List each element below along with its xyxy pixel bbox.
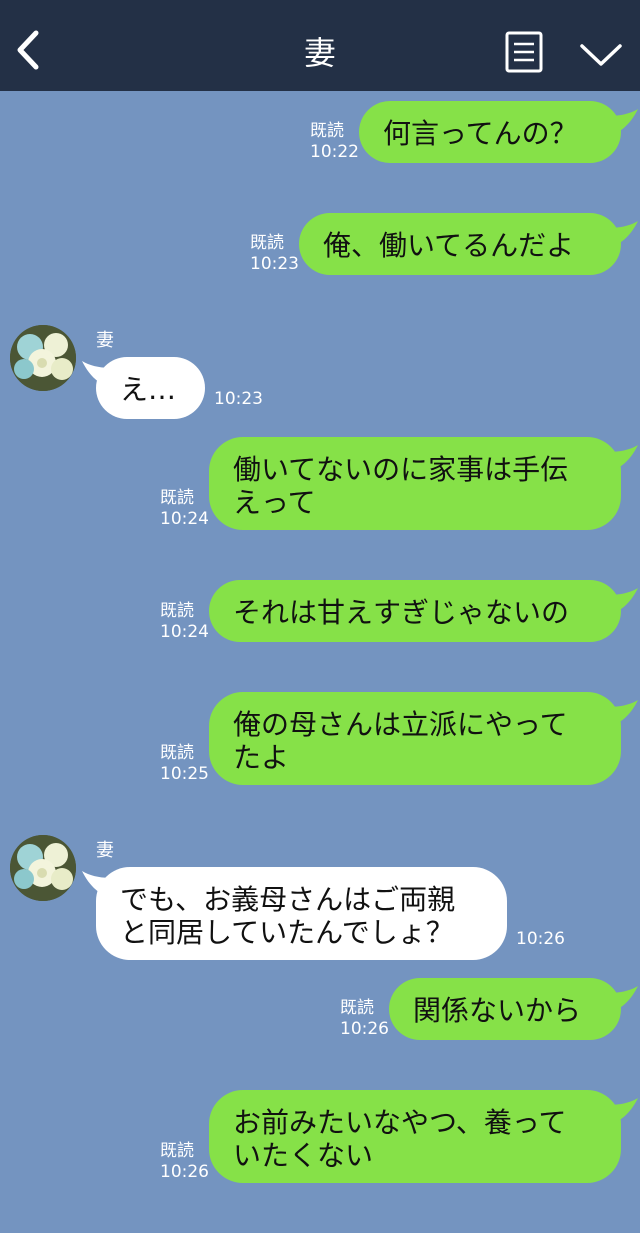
- message-text: 俺の母さんは立派にやって: [233, 708, 568, 741]
- sent-message-bubble[interactable]: 何言ってんの？: [359, 101, 621, 163]
- message-text: いたくない: [233, 1139, 374, 1172]
- message-text: たよ: [233, 741, 290, 774]
- received-message-bubble[interactable]: でも、お義母さんはご両親 と同居していたんでしょ？: [96, 867, 507, 960]
- menu-button[interactable]: [505, 31, 543, 73]
- flower-avatar-icon: [10, 325, 76, 391]
- chat-title: 妻: [303, 34, 336, 72]
- sent-message-bubble[interactable]: 働いてないのに家事は手伝 えって: [209, 437, 621, 530]
- message-text: お前みたいなやつ、養って: [233, 1106, 567, 1139]
- avatar[interactable]: [10, 325, 76, 391]
- bubble-tail-icon: [604, 700, 638, 728]
- read-receipt: 既読 10:26: [340, 998, 389, 1039]
- message-text: と同居していたんでしょ？: [120, 916, 454, 949]
- bubble-tail-icon: [604, 445, 638, 473]
- sent-message-bubble[interactable]: お前みたいなやつ、養って いたくない: [209, 1090, 621, 1183]
- avatar[interactable]: [10, 835, 76, 901]
- message-time: 10:23: [214, 389, 263, 409]
- read-receipt: 既読 10:23: [250, 233, 299, 274]
- message-text: 何言ってんの？: [383, 117, 578, 150]
- sender-name: 妻: [96, 330, 114, 351]
- read-receipt: 既読 10:24: [160, 488, 209, 529]
- list-icon: [505, 31, 543, 73]
- read-receipt: 既読 10:25: [160, 743, 209, 784]
- message-text: え…: [120, 373, 177, 406]
- message-text: でも、お義母さんはご両親: [120, 883, 456, 916]
- chat-header: 妻: [0, 0, 640, 91]
- sender-name: 妻: [96, 840, 114, 861]
- chevron-down-icon: [580, 44, 622, 66]
- chat-area[interactable]: 既読 10:22 何言ってんの？ 既読 10:23 俺、働いてるんだよ 妻 え… 1…: [0, 91, 640, 1233]
- read-receipt: 既読 10:26: [160, 1141, 209, 1182]
- message-text: えって: [233, 486, 316, 519]
- bubble-tail-icon: [604, 588, 638, 616]
- bubble-tail-icon: [604, 986, 638, 1014]
- flower-avatar-icon: [10, 835, 76, 901]
- message-text: それは甘えすぎじゃないの: [233, 596, 570, 629]
- read-receipt: 既読 10:24: [160, 601, 209, 642]
- message-time: 10:26: [516, 929, 565, 949]
- bubble-tail-icon: [604, 1098, 638, 1126]
- message-text: 俺、働いてるんだよ: [323, 229, 575, 262]
- message-text: 関係ないから: [413, 994, 582, 1027]
- bubble-tail-icon: [604, 109, 638, 137]
- sent-message-bubble[interactable]: 関係ないから: [389, 978, 621, 1040]
- received-message-bubble[interactable]: え…: [96, 357, 205, 419]
- sent-message-bubble[interactable]: それは甘えすぎじゃないの: [209, 580, 621, 642]
- expand-button[interactable]: [578, 38, 624, 70]
- bubble-tail-icon: [604, 221, 638, 249]
- read-receipt: 既読 10:22: [310, 121, 359, 162]
- sent-message-bubble[interactable]: 俺、働いてるんだよ: [299, 213, 621, 275]
- message-text: 働いてないのに家事は手伝: [233, 453, 569, 486]
- sent-message-bubble[interactable]: 俺の母さんは立派にやって たよ: [209, 692, 621, 785]
